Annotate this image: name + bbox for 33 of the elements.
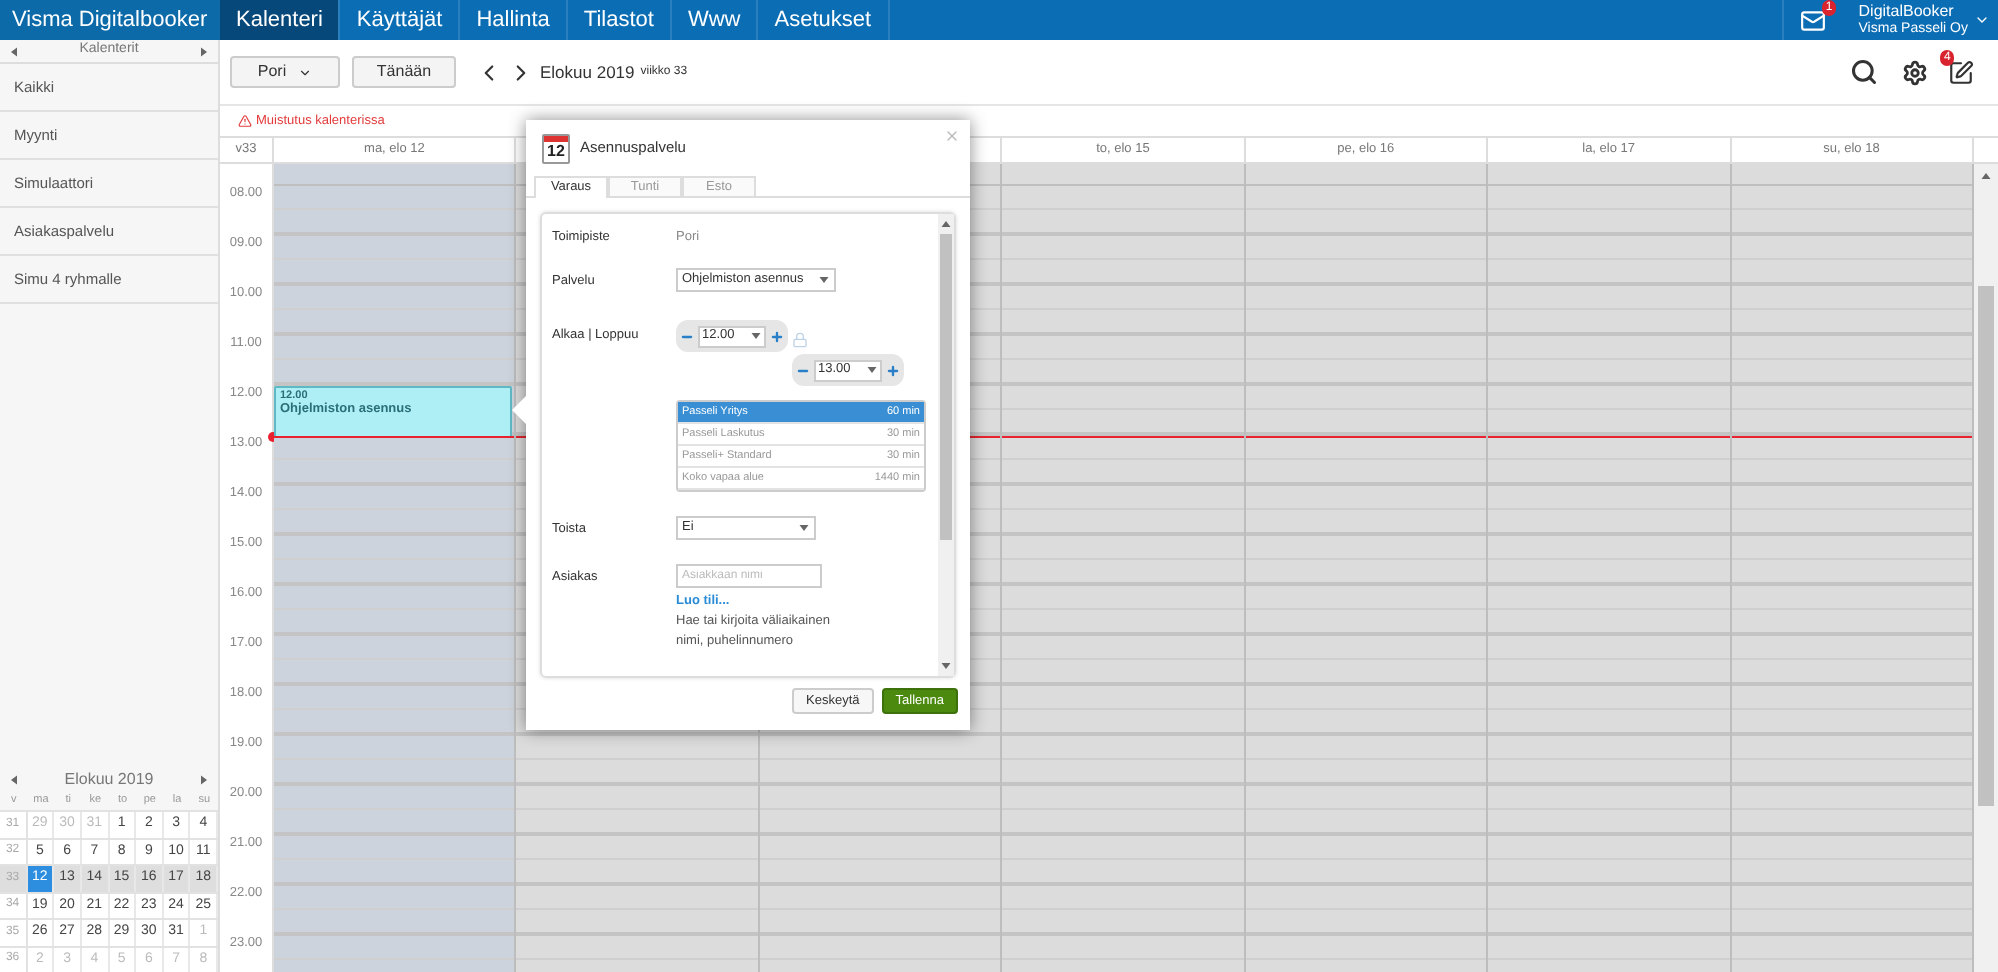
- today-button[interactable]: Tänään: [352, 56, 456, 88]
- mail-icon[interactable]: [1800, 7, 1827, 33]
- right-arrow-icon[interactable]: [197, 773, 210, 785]
- caret-icon: [298, 65, 313, 79]
- nav-tab[interactable]: Kalenteri: [220, 0, 341, 40]
- caret-icon[interactable]: [798, 522, 810, 534]
- warning-icon: [238, 114, 252, 128]
- plus-icon[interactable]: [770, 329, 784, 343]
- period-title: Elokuu 2019: [540, 59, 635, 85]
- search-icon[interactable]: [1850, 58, 1878, 86]
- nav-tab[interactable]: Www: [671, 0, 759, 40]
- up-arrow-icon[interactable]: [1979, 170, 1992, 182]
- nav-tab[interactable]: Tilastot: [567, 0, 672, 40]
- location-dropdown[interactable]: Pori: [230, 56, 340, 88]
- month-title: Elokuu 2019: [64, 767, 154, 791]
- app-brand[interactable]: Visma Digitalbooker: [0, 0, 220, 40]
- user-name[interactable]: DigitalBooker: [1858, 2, 1968, 20]
- left-arrow-icon[interactable]: [8, 773, 20, 785]
- left-arrow-icon[interactable]: [8, 45, 20, 57]
- caret-icon[interactable]: [1974, 12, 1990, 28]
- nav-tab[interactable]: Käyttäjät: [340, 0, 461, 40]
- caret-icon[interactable]: [818, 274, 830, 286]
- calendar-icon: 12: [542, 133, 570, 163]
- edit-icon[interactable]: [1948, 59, 1974, 85]
- caret-icon[interactable]: [940, 660, 952, 672]
- nav-tab[interactable]: Asetukset: [758, 0, 890, 40]
- settings-icon[interactable]: [1902, 59, 1928, 85]
- plus-icon[interactable]: [886, 363, 900, 377]
- caret-icon[interactable]: [750, 330, 762, 342]
- caret-icon[interactable]: [866, 364, 878, 376]
- up-arrow-icon[interactable]: [940, 218, 952, 230]
- right-arrow-icon[interactable]: [197, 45, 210, 57]
- nav-tab[interactable]: Hallinta: [460, 0, 568, 40]
